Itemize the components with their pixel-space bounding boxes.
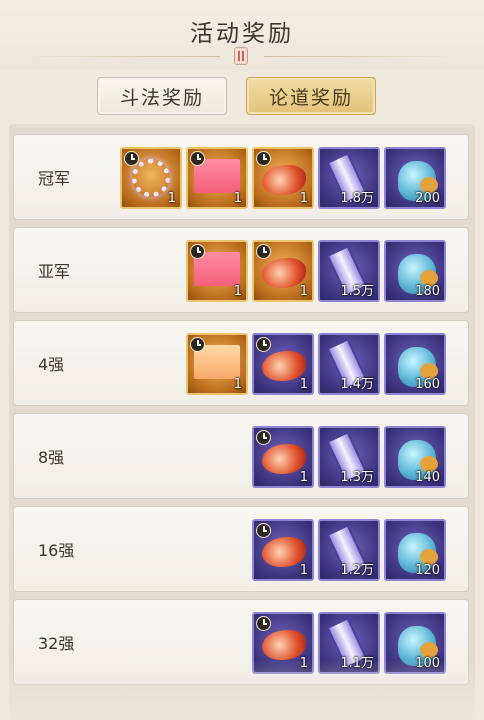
item-count: 1.8万 — [340, 191, 374, 206]
item-count: 1 — [299, 377, 308, 392]
item-count: 1 — [233, 191, 242, 206]
rank-label: 冠军 — [38, 169, 71, 188]
item-count: 160 — [415, 377, 440, 392]
reward-row: 冠军 1 1 1 1.8万 200 — [13, 134, 469, 220]
clock-icon — [256, 337, 271, 352]
item-count: 1.3万 — [340, 470, 374, 485]
clock-icon — [190, 244, 205, 259]
reward-item[interactable]: 180 — [384, 240, 446, 302]
reward-row: 4强 1 1 1.4万 160 — [13, 320, 469, 406]
rank-label: 4强 — [38, 355, 65, 374]
item-count: 1.4万 — [340, 377, 374, 392]
tab-duel-rewards[interactable]: 斗法奖励 — [97, 77, 227, 115]
reward-item[interactable]: 100 — [384, 612, 446, 674]
item-count: 1.2万 — [340, 563, 374, 578]
reward-item[interactable]: 1 — [252, 240, 314, 302]
reward-item[interactable]: 1.1万 — [318, 612, 380, 674]
title-divider-left — [20, 56, 220, 57]
item-count: 180 — [415, 284, 440, 299]
rank-label: 16强 — [38, 541, 75, 560]
item-count: 100 — [415, 656, 440, 671]
clock-icon — [124, 151, 139, 166]
reward-row: 亚军 1 1 1.5万 180 — [13, 227, 469, 313]
item-count: 120 — [415, 563, 440, 578]
item-count: 1 — [167, 191, 176, 206]
reward-list[interactable]: 冠军 1 1 1 1.8万 200 亚军 1 1 1.5万 180 4强 1 1 1.4万 160 8强 1 1.3… — [9, 124, 475, 720]
reward-tabs: 斗法奖励 论道奖励 — [0, 77, 484, 117]
reward-row: 8强 1 1.3万 140 — [13, 413, 469, 499]
item-count: 1 — [299, 563, 308, 578]
reward-item[interactable]: 1 — [120, 147, 182, 209]
clock-icon — [256, 244, 271, 259]
item-count: 1.1万 — [340, 656, 374, 671]
seal-icon — [234, 47, 248, 65]
reward-item[interactable]: 1 — [252, 426, 314, 488]
reward-item[interactable]: 1.4万 — [318, 333, 380, 395]
rank-label: 8强 — [38, 448, 65, 467]
clock-icon — [190, 151, 205, 166]
item-count: 1 — [233, 284, 242, 299]
reward-item[interactable]: 1 — [252, 333, 314, 395]
title-divider-right — [264, 56, 464, 57]
rank-label: 32强 — [38, 634, 75, 653]
header: 活动奖励 — [0, 0, 484, 70]
reward-item[interactable]: 120 — [384, 519, 446, 581]
item-count: 1.5万 — [340, 284, 374, 299]
clock-icon — [256, 151, 271, 166]
rank-label: 亚军 — [38, 262, 71, 281]
reward-item[interactable]: 1.2万 — [318, 519, 380, 581]
clock-icon — [256, 616, 271, 631]
reward-item[interactable]: 200 — [384, 147, 446, 209]
reward-item[interactable]: 1.5万 — [318, 240, 380, 302]
reward-item[interactable]: 160 — [384, 333, 446, 395]
item-count: 1 — [299, 191, 308, 206]
reward-item[interactable]: 1 — [252, 147, 314, 209]
reward-row: 16强 1 1.2万 120 — [13, 506, 469, 592]
reward-row: 32强 1 1.1万 100 — [13, 599, 469, 685]
tab-debate-rewards[interactable]: 论道奖励 — [246, 77, 376, 115]
item-count: 140 — [415, 470, 440, 485]
reward-item[interactable]: 1 — [252, 519, 314, 581]
item-count: 1 — [299, 284, 308, 299]
clock-icon — [256, 523, 271, 538]
reward-item[interactable]: 1.3万 — [318, 426, 380, 488]
clock-icon — [190, 337, 205, 352]
reward-item[interactable]: 1 — [186, 240, 248, 302]
item-count: 1 — [299, 470, 308, 485]
item-count: 1 — [233, 377, 242, 392]
reward-item[interactable]: 140 — [384, 426, 446, 488]
item-count: 1 — [299, 656, 308, 671]
clock-icon — [256, 430, 271, 445]
reward-item[interactable]: 1 — [186, 147, 248, 209]
item-count: 200 — [415, 191, 440, 206]
reward-item[interactable]: 1 — [186, 333, 248, 395]
reward-item[interactable]: 1.8万 — [318, 147, 380, 209]
reward-item[interactable]: 1 — [252, 612, 314, 674]
page-title: 活动奖励 — [190, 21, 294, 47]
